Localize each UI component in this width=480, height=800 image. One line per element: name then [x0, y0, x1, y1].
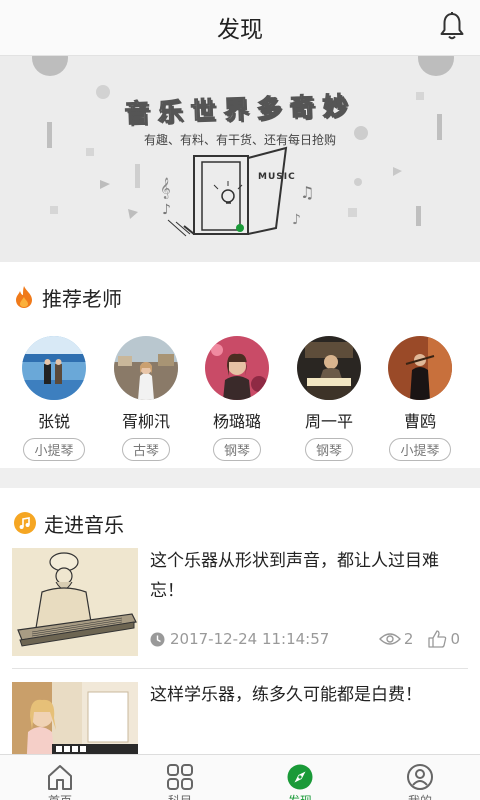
- into-music-section: 走进音乐 这个乐器从形状到声音，都让人过目难忘！ 2017-12-24 11:1…: [0, 488, 480, 754]
- recommended-teachers-section: 推荐老师 张锐 小提琴 胥柳汛 古琴 杨璐璐 钢琴 周一平 钢琴 曹鸥 小提琴: [0, 262, 480, 468]
- home-icon: [48, 765, 72, 790]
- grid-icon: [167, 764, 193, 790]
- top-app-bar: 发现: [0, 0, 480, 56]
- instrument-tag: 小提琴: [23, 438, 85, 461]
- teacher-card[interactable]: 周一平 钢琴: [283, 336, 375, 461]
- avatar: [388, 336, 452, 400]
- article-title: 这个乐器从形状到声音，都让人过目难忘！: [150, 551, 439, 601]
- promo-banner[interactable]: 𝄞 ♫ ♪ ♪ 音乐世界多奇妙 有趣、有料、有干货、还有每日抢购 MUSIC: [0, 56, 480, 262]
- article-item[interactable]: 这样学乐器，练多久可能都是白费！: [12, 682, 468, 754]
- instrument-tag: 小提琴: [389, 438, 451, 461]
- bottom-tab-bar: 首页 科目 发现 我的: [0, 754, 480, 800]
- avatar: [114, 336, 178, 400]
- compass-icon: [287, 764, 313, 790]
- avatar: [22, 336, 86, 400]
- avatar: [205, 336, 269, 400]
- teacher-name: 周一平: [304, 412, 353, 431]
- tab-label: 我的: [360, 792, 480, 800]
- svg-text:♫: ♫: [300, 183, 314, 202]
- avatar: [297, 336, 361, 400]
- svg-text:𝄞: 𝄞: [160, 178, 171, 199]
- teacher-name: 胥柳汛: [121, 412, 170, 431]
- user-icon: [407, 764, 433, 790]
- views-count: 2: [403, 630, 414, 648]
- article-thumbnail: [12, 682, 138, 754]
- teacher-name: 曹鸥: [403, 412, 436, 431]
- article-timestamp: 2017-12-24 11:14:57: [170, 630, 330, 648]
- teacher-card[interactable]: 曹鸥 小提琴: [374, 336, 466, 461]
- teacher-card[interactable]: 杨璐璐 钢琴: [191, 336, 283, 461]
- teacher-name: 杨璐璐: [212, 412, 261, 431]
- door-sign: MUSIC: [258, 172, 296, 182]
- article-thumbnail: [12, 548, 138, 656]
- teacher-card[interactable]: 胥柳汛 古琴: [100, 336, 192, 461]
- section-header: 推荐老师: [14, 282, 122, 312]
- likes-count: 0: [450, 630, 460, 648]
- tab-subjects[interactable]: 科目: [120, 755, 240, 800]
- banner-subtitle: 有趣、有料、有干货、还有每日抢购: [143, 133, 336, 147]
- tab-label: 科目: [120, 792, 240, 800]
- eye-icon: [378, 633, 401, 645]
- flame-icon: [16, 286, 32, 308]
- tab-profile[interactable]: 我的: [360, 755, 480, 800]
- section-header: 走进音乐: [14, 508, 124, 538]
- tab-discover[interactable]: 发现: [240, 755, 360, 800]
- svg-text:♪: ♪: [162, 202, 171, 218]
- instrument-tag: 钢琴: [304, 438, 353, 461]
- section-title: 推荐老师: [42, 286, 122, 311]
- tab-home[interactable]: 首页: [0, 755, 120, 800]
- article-stats: 2 0: [378, 630, 460, 648]
- article-item[interactable]: 这个乐器从形状到声音，都让人过目难忘！ 2017-12-24 11:14:57 …: [12, 548, 468, 658]
- page-title: 发现: [217, 17, 263, 43]
- bell-icon[interactable]: [438, 11, 466, 41]
- music-note-icon: [14, 512, 36, 534]
- thumbs-up-icon[interactable]: [427, 630, 447, 648]
- tab-label: 首页: [0, 792, 120, 800]
- divider: [12, 668, 468, 669]
- article-time: 2017-12-24 11:14:57: [150, 630, 329, 648]
- svg-text:♪: ♪: [292, 212, 301, 228]
- article-title: 这样学乐器，练多久可能都是白费！: [150, 685, 422, 705]
- teacher-card[interactable]: 张锐 小提琴: [8, 336, 100, 461]
- tab-label: 发现: [240, 792, 360, 800]
- instrument-tag: 钢琴: [212, 438, 261, 461]
- instrument-tag: 古琴: [121, 438, 170, 461]
- section-title: 走进音乐: [44, 512, 124, 537]
- teacher-name: 张锐: [37, 412, 70, 431]
- clock-icon: [150, 632, 165, 646]
